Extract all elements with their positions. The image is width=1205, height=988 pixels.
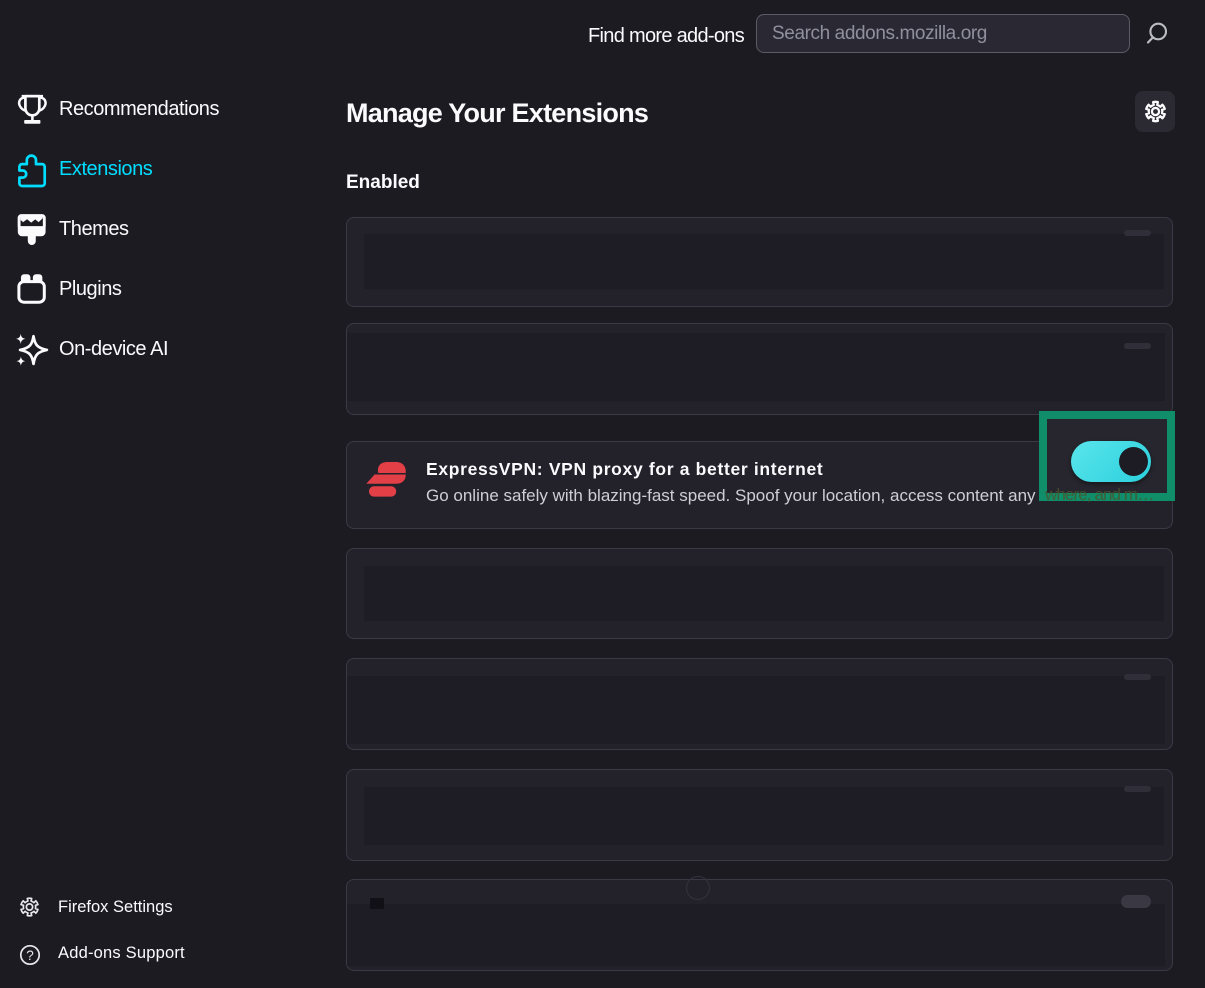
svg-text:?: ? xyxy=(26,948,34,963)
